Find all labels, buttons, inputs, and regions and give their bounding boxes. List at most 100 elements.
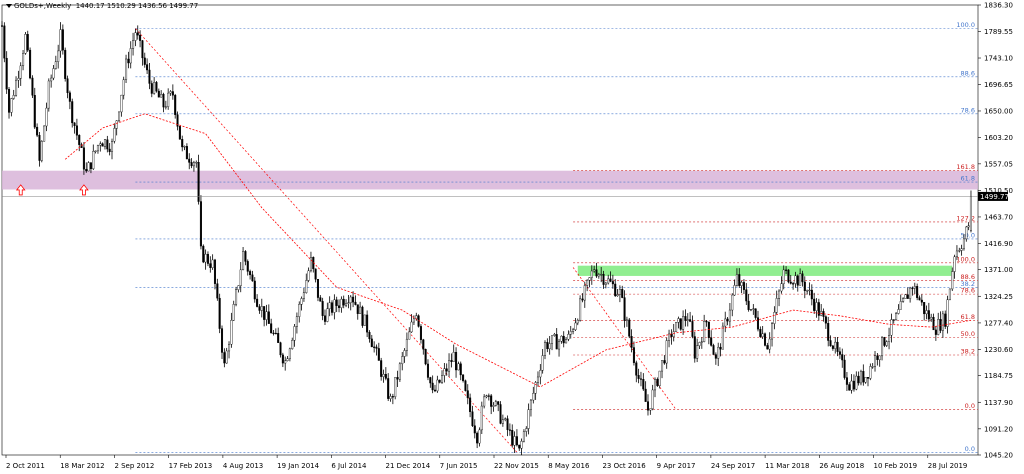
candle-body	[288, 348, 291, 359]
candle-body	[433, 389, 437, 392]
candle-body	[504, 418, 507, 420]
candle-body	[206, 253, 209, 264]
candle-body	[899, 301, 902, 310]
candle-body	[602, 273, 605, 285]
fib-blue-label: 78.6	[961, 106, 975, 114]
fib-red-label: 61.8	[961, 313, 975, 321]
candle-body	[153, 82, 156, 94]
candle-body	[625, 319, 628, 321]
candle-body	[132, 40, 135, 49]
candle-body	[197, 162, 200, 202]
candle-body	[103, 139, 107, 147]
candle-body	[691, 321, 694, 337]
candle-body	[338, 305, 341, 308]
candle-body	[841, 354, 844, 361]
candle-body	[305, 280, 308, 293]
candle-body	[909, 287, 912, 299]
y-tick-label: 1836.30	[984, 2, 1013, 10]
candle-body	[150, 83, 153, 94]
candle-body	[478, 429, 481, 444]
candle-body	[951, 271, 954, 290]
fib-blue-label: 50.0	[961, 231, 975, 239]
price-chart[interactable]: 100.0 88.6 78.6 61.8 50.0 38.2 0.0 161.8 127.2 10…	[0, 0, 1024, 474]
candle-body	[869, 366, 872, 379]
candle-body	[614, 283, 617, 297]
candle-body	[583, 285, 586, 301]
candle-body	[939, 319, 942, 331]
candle-body	[354, 301, 357, 305]
candle-body	[347, 302, 350, 304]
candle-body	[913, 286, 916, 289]
candle-body	[859, 371, 862, 384]
fib-red-label: 127.2	[956, 214, 975, 222]
candle-body	[593, 269, 596, 272]
candle-body	[740, 282, 743, 286]
candle-body	[249, 271, 252, 276]
candle-body	[906, 294, 909, 299]
candle-body	[878, 355, 881, 360]
candle-body	[965, 226, 968, 240]
candle-body	[75, 125, 78, 136]
candle-body	[352, 296, 355, 303]
candle-body	[749, 309, 752, 311]
candle-body	[934, 329, 937, 335]
candle-body	[15, 79, 18, 96]
candle-body	[771, 323, 774, 340]
candle-body	[71, 101, 74, 124]
candle-body	[937, 319, 940, 335]
candle-body	[515, 436, 518, 446]
y-tick-label: 1510.50	[984, 187, 1013, 195]
candle-body	[508, 429, 511, 431]
candle-body	[92, 151, 95, 170]
candle-body	[932, 316, 935, 331]
candle-body	[871, 366, 874, 368]
candle-body	[621, 289, 624, 298]
candle-body	[424, 348, 427, 365]
y-tick-label: 1324.25	[984, 293, 1013, 301]
candle-body	[885, 341, 888, 346]
candle-body	[164, 106, 167, 108]
candle-body	[890, 319, 893, 336]
candle-body	[595, 269, 598, 277]
candle-body	[429, 377, 432, 384]
candle-body	[391, 396, 394, 398]
candle-body	[223, 352, 226, 364]
candle-body	[941, 313, 944, 331]
candle-body	[948, 288, 951, 300]
candle-body	[403, 350, 406, 357]
candle-body	[719, 346, 722, 350]
candle-body	[141, 40, 144, 59]
candle-body	[794, 275, 797, 284]
x-tick-label: 11 Mar 2018	[765, 462, 809, 470]
candle-body	[873, 355, 877, 367]
candle-body	[473, 425, 476, 434]
candle-body	[101, 143, 104, 147]
candle-body	[536, 376, 539, 383]
candle-body	[747, 300, 750, 310]
candle-body	[19, 65, 22, 79]
candle-body	[455, 352, 458, 371]
candle-body	[431, 382, 434, 391]
zone-purple	[2, 170, 978, 190]
candle-body	[558, 341, 561, 350]
x-tick-label: 2 Sep 2012	[114, 462, 154, 470]
candle-body	[330, 302, 334, 313]
candle-body	[754, 308, 757, 318]
candle-body	[321, 301, 324, 316]
candle-body	[562, 335, 565, 344]
x-tick-label: 2 Oct 2011	[6, 462, 45, 470]
candle-body	[576, 319, 579, 324]
candle-body	[270, 323, 273, 334]
candle-body	[389, 396, 392, 399]
candle-body	[382, 374, 385, 377]
candle-body	[693, 336, 696, 359]
candle-body	[955, 250, 958, 258]
candle-body	[265, 311, 268, 320]
candle-body	[405, 338, 408, 351]
candle-body	[801, 273, 804, 283]
candle-body	[904, 294, 907, 299]
candle-body	[323, 315, 327, 322]
candle-body	[665, 340, 668, 364]
candle-body	[501, 419, 504, 424]
candle-body	[677, 318, 680, 323]
